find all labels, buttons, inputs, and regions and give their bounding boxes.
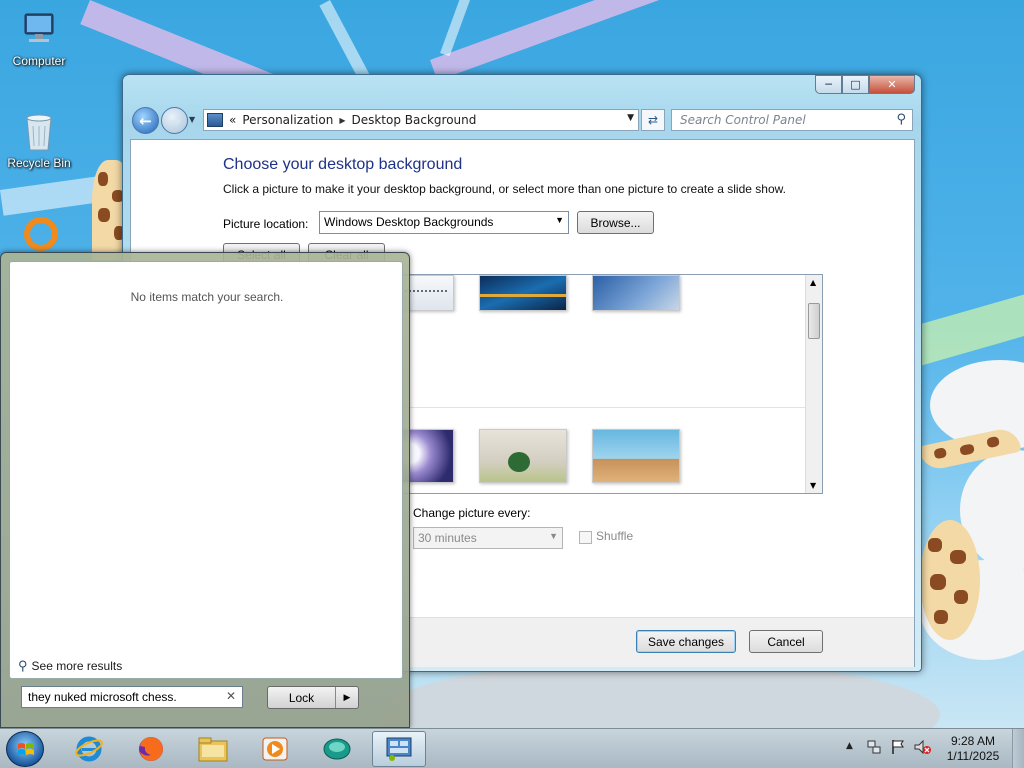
start-button[interactable] [6,731,44,767]
wallpaper-giraffe [920,520,980,640]
scroll-up-icon[interactable]: ▲ [810,278,816,287]
minimize-button[interactable]: ─ [815,75,842,94]
wallpaper-thumbnail[interactable] [479,275,567,311]
wallpaper-thumbnail[interactable] [479,429,567,483]
forward-button[interactable]: → [161,107,188,134]
see-more-results-label: See more results [31,659,123,673]
wallpaper-thumbnail[interactable] [592,429,680,483]
refresh-button[interactable]: ⇄ [641,109,665,131]
action-center-flag-icon[interactable] [890,739,906,755]
history-dropdown-button[interactable]: ▼ [189,115,195,124]
close-button[interactable]: ✕ [869,75,915,94]
back-button[interactable]: ← [132,107,159,134]
ring-app-icon [19,214,59,254]
breadcrumb-item-personalization[interactable]: Personalization [242,113,333,127]
caption-buttons: ─ □ ✕ [815,75,915,94]
taskbar-internet-explorer[interactable] [62,731,116,767]
chevron-down-icon: ▼ [549,531,558,541]
taskbar-control-panel[interactable] [372,731,426,767]
address-dropdown-icon[interactable]: ▼ [627,113,634,123]
clock[interactable]: 9:28 AM 1/11/2025 [940,734,1006,764]
clock-date: 1/11/2025 [946,749,1000,763]
wallpaper-ray [319,0,373,86]
breadcrumb-overflow[interactable]: « [229,113,236,127]
internet-explorer-icon [75,736,103,762]
firefox-icon [139,737,163,761]
maximize-button[interactable]: □ [842,75,869,94]
clear-search-icon[interactable]: ✕ [226,689,236,703]
chevron-down-icon: ▼ [555,215,564,225]
clock-time: 9:28 AM [950,734,996,748]
search-icon[interactable]: ⚲ [896,112,906,127]
control-panel-icon [386,737,412,761]
desktop-icon-label: Recycle Bin [7,156,71,170]
browse-button[interactable]: Browse... [577,211,654,234]
chess-app-icon [323,738,351,760]
volume-muted-icon[interactable] [914,739,931,755]
shuffle-checkbox[interactable] [579,531,592,544]
picture-location-label: Picture location: [223,217,309,231]
taskbar-media-player[interactable] [248,731,302,767]
desktop-icon-computer[interactable]: Computer [0,10,78,68]
address-bar[interactable]: « Personalization ▶ Desktop Background ▼ [203,109,639,131]
power-options-arrow-icon[interactable]: ▶ [336,687,358,708]
scrollbar-thumb[interactable] [808,303,820,339]
taskbar: ▲ 9:28 AM 1/11/2025 [0,728,1024,768]
gallery-scrollbar[interactable]: ▲ ▼ [805,275,822,493]
media-player-icon [262,737,288,761]
lock-label[interactable]: Lock [268,687,336,708]
search-control-panel-input[interactable]: Search Control Panel ⚲ [671,109,913,131]
taskbar-firefox[interactable] [124,731,178,767]
interval-value: 30 minutes [418,531,477,545]
control-panel-small-icon [207,113,223,127]
desktop-icon-label: Computer [12,54,66,68]
show-hidden-icons-button[interactable]: ▲ [846,741,853,751]
see-more-results-link[interactable]: ⚲ See more results [18,658,122,674]
change-picture-label: Change picture every: [413,506,531,520]
scroll-down-icon[interactable]: ▼ [810,481,816,490]
wallpaper-thumbnail[interactable] [592,275,680,311]
save-changes-button[interactable]: Save changes [636,630,736,653]
network-icon[interactable] [866,739,882,755]
page-description: Click a picture to make it your desktop … [223,182,786,196]
breadcrumb-item-desktop-background[interactable]: Desktop Background [351,113,476,127]
windows-explorer-icon [198,737,228,762]
recycle-bin-icon [19,112,59,152]
taskbar-windows-explorer[interactable] [186,731,240,767]
picture-location-select[interactable]: Windows Desktop Backgrounds ▼ [319,211,569,234]
search-results-pane: No items match your search. ⚲ See more r… [9,261,403,679]
start-search-value: they nuked microsoft chess. [28,690,177,704]
search-placeholder: Search Control Panel [680,113,806,127]
windows-logo-icon [18,743,34,755]
start-search-input[interactable]: they nuked microsoft chess. ✕ [21,686,243,708]
wallpaper-ray [430,0,833,81]
shuffle-label: Shuffle [596,529,634,543]
page-title: Choose your desktop background [223,156,463,173]
computer-icon [19,10,59,50]
start-menu: No items match your search. ⚲ See more r… [0,252,410,728]
picture-location-value: Windows Desktop Backgrounds [324,215,494,229]
no-results-message: No items match your search. [130,290,284,304]
change-interval-select[interactable]: 30 minutes ▼ [413,527,563,549]
breadcrumb-separator-icon[interactable]: ▶ [339,116,345,125]
search-icon: ⚲ [18,658,28,673]
cancel-button[interactable]: Cancel [749,630,823,653]
desktop-icon-recycle-bin[interactable]: Recycle Bin [0,112,78,170]
lock-button[interactable]: Lock ▶ [267,686,359,709]
show-desktop-button[interactable] [1012,729,1024,768]
taskbar-chess-app[interactable] [310,731,364,767]
